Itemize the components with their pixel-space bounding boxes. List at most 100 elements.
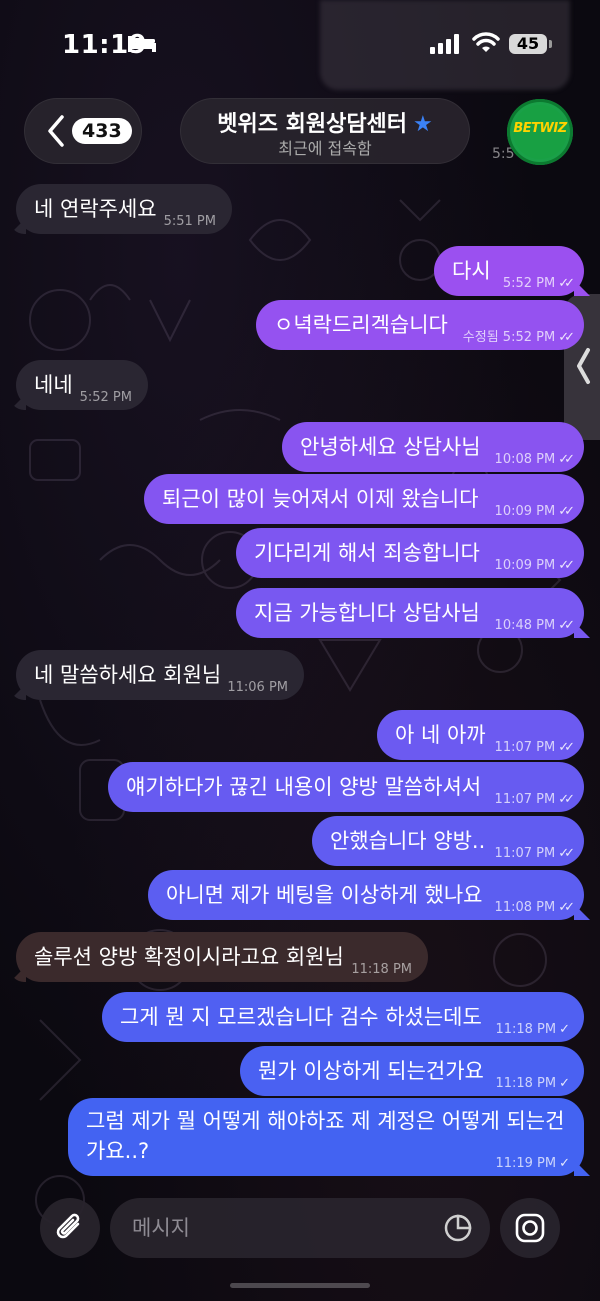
sticker-icon[interactable] [443,1213,473,1243]
check-icon: ✓ [559,1156,570,1171]
chat-title-pill[interactable]: 벳위즈 회원상담센터 ★ 최근에 접속함 [180,98,470,164]
message-outgoing[interactable]: 안했습니다 양방.. 11:07 PM ✓✓ [312,816,584,866]
message-time: 11:19 PM [495,1156,557,1171]
message-time: 10:09 PM [494,504,556,519]
message-time: 11:18 PM [495,1022,557,1037]
unread-count-badge: 433 [72,118,132,144]
message-time: 5:52 PM [502,276,556,291]
message-meta: 11:18 PM [351,958,412,982]
message-meta: 5:51 PM [164,210,216,234]
message-text: 그럼 제가 뭘 어떻게 해야하죠 제 계정은 어떻게 되는건 가요..? [86,1109,565,1163]
double-check-icon: ✓✓ [558,792,575,807]
message-text: 솔루션 양방 확정이시라고요 회원님 [34,945,344,969]
message-text: 아니면 제가 베팅을 이상하게 했나요 [166,883,483,907]
message-meta: 11:18 PM ✓ [495,1072,570,1096]
message-meta: 11:06 PM [227,676,288,700]
message-outgoing[interactable]: 퇴근이 많이 늦어져서 이제 왔습니다 10:09 PM ✓✓ [144,474,584,524]
message-text: 안녕하세요 상담사님 [300,435,481,459]
back-button[interactable]: 433 [24,98,142,164]
message-outgoing[interactable]: 뭔가 이상하게 되는건가요 11:18 PM ✓ [240,1046,584,1096]
chevron-left-icon [577,348,590,384]
check-icon: ✓ [559,1022,570,1037]
status-bar: 11:19 45 [0,0,600,90]
chevron-left-icon [48,115,64,147]
message-text: 지금 가능합니다 상담사님 [254,601,480,625]
message-meta: 11:08 PM ✓✓ [494,896,575,920]
message-outgoing[interactable]: 그럼 제가 뭘 어떻게 해야하죠 제 계정은 어떻게 되는건 가요..? 11:… [68,1098,584,1176]
home-indicator [230,1283,370,1288]
chat-title-row: 벳위즈 회원상담센터 ★ [180,106,470,138]
message-meta: 11:18 PM ✓ [495,1018,570,1042]
message-time: 11:07 PM [494,846,556,861]
message-incoming[interactable]: 네 연락주세요 5:51 PM [16,184,232,234]
message-time: 수정됨 5:52 PM [462,330,556,345]
chat-last-seen: 최근에 접속함 [278,139,372,158]
message-text: 뭔가 이상하게 되는건가요 [258,1059,484,1083]
paperclip-icon [56,1213,80,1239]
double-check-icon: ✓✓ [558,276,575,291]
message-text: 퇴근이 많이 늦어져서 이제 왔습니다 [162,487,479,511]
double-check-icon: ✓✓ [558,452,575,467]
message-outgoing[interactable]: 지금 가능합니다 상담사님 10:48 PM ✓✓ [236,588,584,638]
double-check-icon: ✓✓ [558,504,575,519]
sleep-focus-icon [128,36,156,52]
message-text: 기다리게 해서 죄송합니다 [254,541,480,565]
message-time: 11:07 PM [494,792,556,807]
message-meta: 10:09 PM ✓✓ [494,554,575,578]
double-check-icon: ✓✓ [558,330,575,345]
double-check-icon: ✓✓ [558,900,575,915]
message-meta: 10:09 PM ✓✓ [494,500,575,524]
message-outgoing[interactable]: 얘기하다가 끊긴 내용이 양방 말씀하셔서 11:07 PM ✓✓ [108,762,584,812]
message-outgoing[interactable]: 다시 5:52 PM ✓✓ [434,246,584,296]
star-icon: ★ [413,112,433,137]
chat-title: 벳위즈 회원상담센터 [217,112,408,137]
message-text: 얘기하다가 끊긴 내용이 양방 말씀하셔서 [126,775,482,799]
message-outgoing[interactable]: 아 네 아까 11:07 PM ✓✓ [377,710,584,760]
message-text: 네 연락주세요 [34,197,157,221]
message-meta: 11:19 PM ✓ [495,1152,570,1176]
message-text: ㅇ녁락드리겍습니다 [274,313,448,337]
message-meta: 11:07 PM ✓✓ [494,788,575,812]
message-outgoing[interactable]: 그게 뭔 지 모르겠습니다 검수 하셨는데도 11:18 PM ✓ [102,992,584,1042]
message-text: 다시 [452,259,491,283]
double-check-icon: ✓✓ [558,618,575,633]
double-check-icon: ✓✓ [558,846,575,861]
battery-indicator: 45 [509,34,552,54]
message-input[interactable] [110,1198,490,1258]
message-meta: 10:48 PM ✓✓ [494,614,575,638]
message-time: 10:48 PM [494,618,556,633]
message-meta: 수정됨 5:52 PM ✓✓ [462,326,575,350]
avatar-logo-text: BETWIZ [513,121,567,136]
wifi-icon [472,32,500,52]
message-incoming[interactable]: 네네 5:52 PM [16,360,148,410]
message-time: 10:08 PM [494,452,556,467]
message-time: 5:52 PM [79,390,132,405]
double-check-icon: ✓✓ [558,740,575,755]
message-time: 10:09 PM [494,558,556,573]
avatar[interactable]: BETWIZ [507,99,573,165]
message-text: 그게 뭔 지 모르겠습니다 검수 하셨는데도 [120,1005,482,1029]
message-text: 네 말씀하세요 회원님 [34,663,222,687]
message-time: 11:08 PM [494,900,556,915]
message-meta: 10:08 PM ✓✓ [494,448,575,472]
message-text: 안했습니다 양방.. [330,829,486,853]
camera-icon [515,1213,545,1243]
message-outgoing[interactable]: 아니면 제가 베팅을 이상하게 했나요 11:08 PM ✓✓ [148,870,584,920]
message-time: 11:18 PM [351,962,412,977]
message-time: 11:07 PM [494,740,556,755]
message-text: 네네 [34,373,73,397]
message-time: 11:06 PM [227,680,288,695]
attach-button[interactable] [40,1198,100,1258]
message-meta: 11:07 PM ✓✓ [494,736,575,760]
signal-icon [430,34,459,54]
message-outgoing[interactable]: 안녕하세요 상담사님 10:08 PM ✓✓ [282,422,584,472]
message-incoming[interactable]: 네 말씀하세요 회원님 11:06 PM [16,650,304,700]
message-outgoing[interactable]: 기다리게 해서 죄송합니다 10:09 PM ✓✓ [236,528,584,578]
message-meta: 5:52 PM [80,386,132,410]
camera-button[interactable] [500,1198,560,1258]
message-text: 아 네 아까 [395,723,486,747]
message-incoming[interactable]: 솔루션 양방 확정이시라고요 회원님 11:18 PM [16,932,428,982]
message-outgoing[interactable]: ㅇ녁락드리겍습니다 수정됨 5:52 PM ✓✓ [256,300,584,350]
check-icon: ✓ [559,1076,570,1091]
message-meta: 5:52 PM ✓✓ [502,272,575,296]
